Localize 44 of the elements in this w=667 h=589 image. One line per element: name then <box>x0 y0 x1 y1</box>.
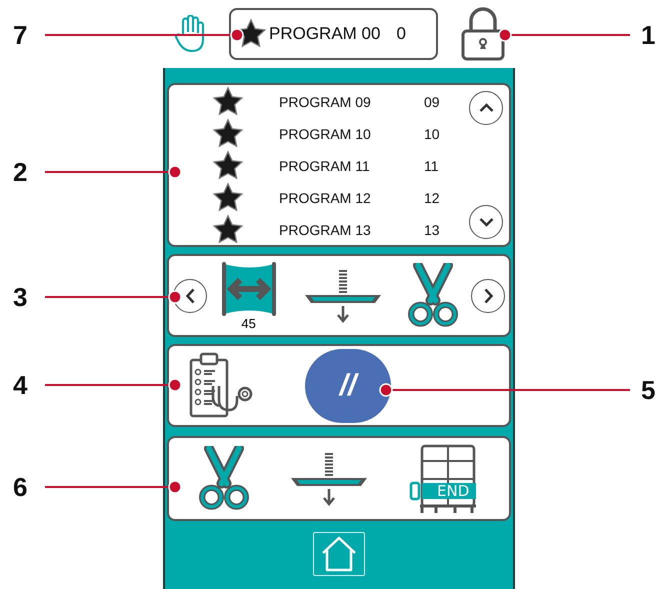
program-number[interactable]: 09 <box>424 92 440 112</box>
chevron-right-icon <box>484 288 492 304</box>
chevron-down-icon <box>478 217 494 227</box>
lock-icon[interactable] <box>460 7 506 61</box>
program-name[interactable]: PROGRAM 13 <box>279 220 424 240</box>
pallet-icon <box>409 442 479 514</box>
program-name[interactable]: PROGRAM 09 <box>279 92 424 112</box>
callout-number: 5 <box>641 375 656 405</box>
program-name[interactable]: PROGRAM 12 <box>279 188 424 208</box>
scissors-icon <box>199 446 249 511</box>
previous-button[interactable] <box>173 278 207 312</box>
scissors-icon <box>408 263 458 328</box>
current-program-name: PROGRAM 00 <box>269 23 380 46</box>
press-icon <box>302 268 383 324</box>
callout-number: 7 <box>13 20 28 50</box>
program-number[interactable]: 12 <box>424 188 440 208</box>
star-icon <box>212 86 244 118</box>
callout-number: 6 <box>13 472 28 502</box>
callout-number: 3 <box>13 282 28 312</box>
program-number[interactable]: 10 <box>424 124 440 144</box>
star-icon <box>212 150 244 182</box>
current-program-number: 0 <box>396 23 406 46</box>
scroll-down-button[interactable] <box>469 205 503 239</box>
star-icon <box>212 182 244 214</box>
star-icon <box>212 214 244 246</box>
stretch-icon <box>220 260 278 316</box>
program-number[interactable]: 11 <box>424 156 439 176</box>
home-button[interactable] <box>313 532 365 576</box>
next-button[interactable] <box>471 278 505 312</box>
program-name[interactable]: PROGRAM 10 <box>279 124 424 144</box>
callout-number: 1 <box>641 20 656 50</box>
chevron-up-icon <box>478 103 494 113</box>
scroll-up-button[interactable] <box>469 91 503 125</box>
stretch-value: 45 <box>241 316 256 330</box>
callout-number: 4 <box>13 370 28 400</box>
end-label: END <box>437 482 470 498</box>
star-icon <box>212 118 244 150</box>
current-program-box[interactable]: PROGRAM 00 0 <box>229 8 438 60</box>
program-number[interactable]: 13 <box>424 220 440 240</box>
program-name[interactable]: PROGRAM 11 <box>279 156 424 176</box>
pause-button[interactable]: // <box>305 348 391 422</box>
chevron-left-icon <box>186 288 194 304</box>
press-icon <box>289 450 369 506</box>
callout-number: 2 <box>13 157 28 187</box>
